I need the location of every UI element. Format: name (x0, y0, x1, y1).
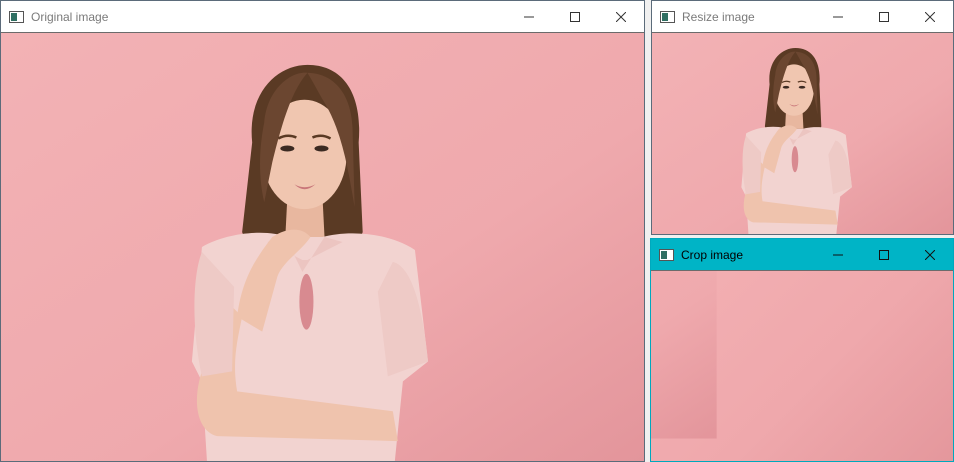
maximize-button[interactable] (861, 1, 907, 32)
crop-image-canvas (651, 270, 953, 461)
close-button[interactable] (907, 239, 953, 270)
crop-image-titlebar[interactable]: Crop image (651, 239, 953, 270)
woman-portrait-photo (652, 33, 953, 234)
original-image-canvas (1, 32, 644, 461)
image-window-icon (9, 10, 24, 23)
window-title: Original image (31, 9, 109, 24)
resize-image-titlebar[interactable]: Resize image (652, 1, 953, 32)
window-title: Resize image (682, 9, 755, 24)
close-icon (616, 11, 626, 22)
original-image-titlebar[interactable]: Original image (1, 1, 644, 32)
woman-portrait-photo-cropped (651, 271, 953, 461)
woman-portrait-photo (1, 33, 644, 461)
close-button[interactable] (907, 1, 953, 32)
minimize-icon (833, 254, 843, 255)
maximize-icon (879, 249, 889, 260)
maximize-icon (570, 11, 580, 22)
resize-image-canvas (652, 32, 953, 234)
maximize-button[interactable] (552, 1, 598, 32)
minimize-button[interactable] (815, 239, 861, 270)
image-window-icon (660, 10, 675, 23)
original-image-window[interactable]: Original image (0, 0, 645, 462)
maximize-button[interactable] (861, 239, 907, 270)
window-title: Crop image (681, 247, 744, 262)
resize-image-window[interactable]: Resize image (651, 0, 954, 235)
minimize-button[interactable] (815, 1, 861, 32)
minimize-button[interactable] (506, 1, 552, 32)
crop-image-window[interactable]: Crop image (650, 238, 954, 462)
image-window-icon (659, 248, 674, 261)
close-icon (925, 11, 935, 22)
close-icon (925, 249, 935, 260)
maximize-icon (879, 11, 889, 22)
close-button[interactable] (598, 1, 644, 32)
minimize-icon (524, 16, 534, 17)
minimize-icon (833, 16, 843, 17)
